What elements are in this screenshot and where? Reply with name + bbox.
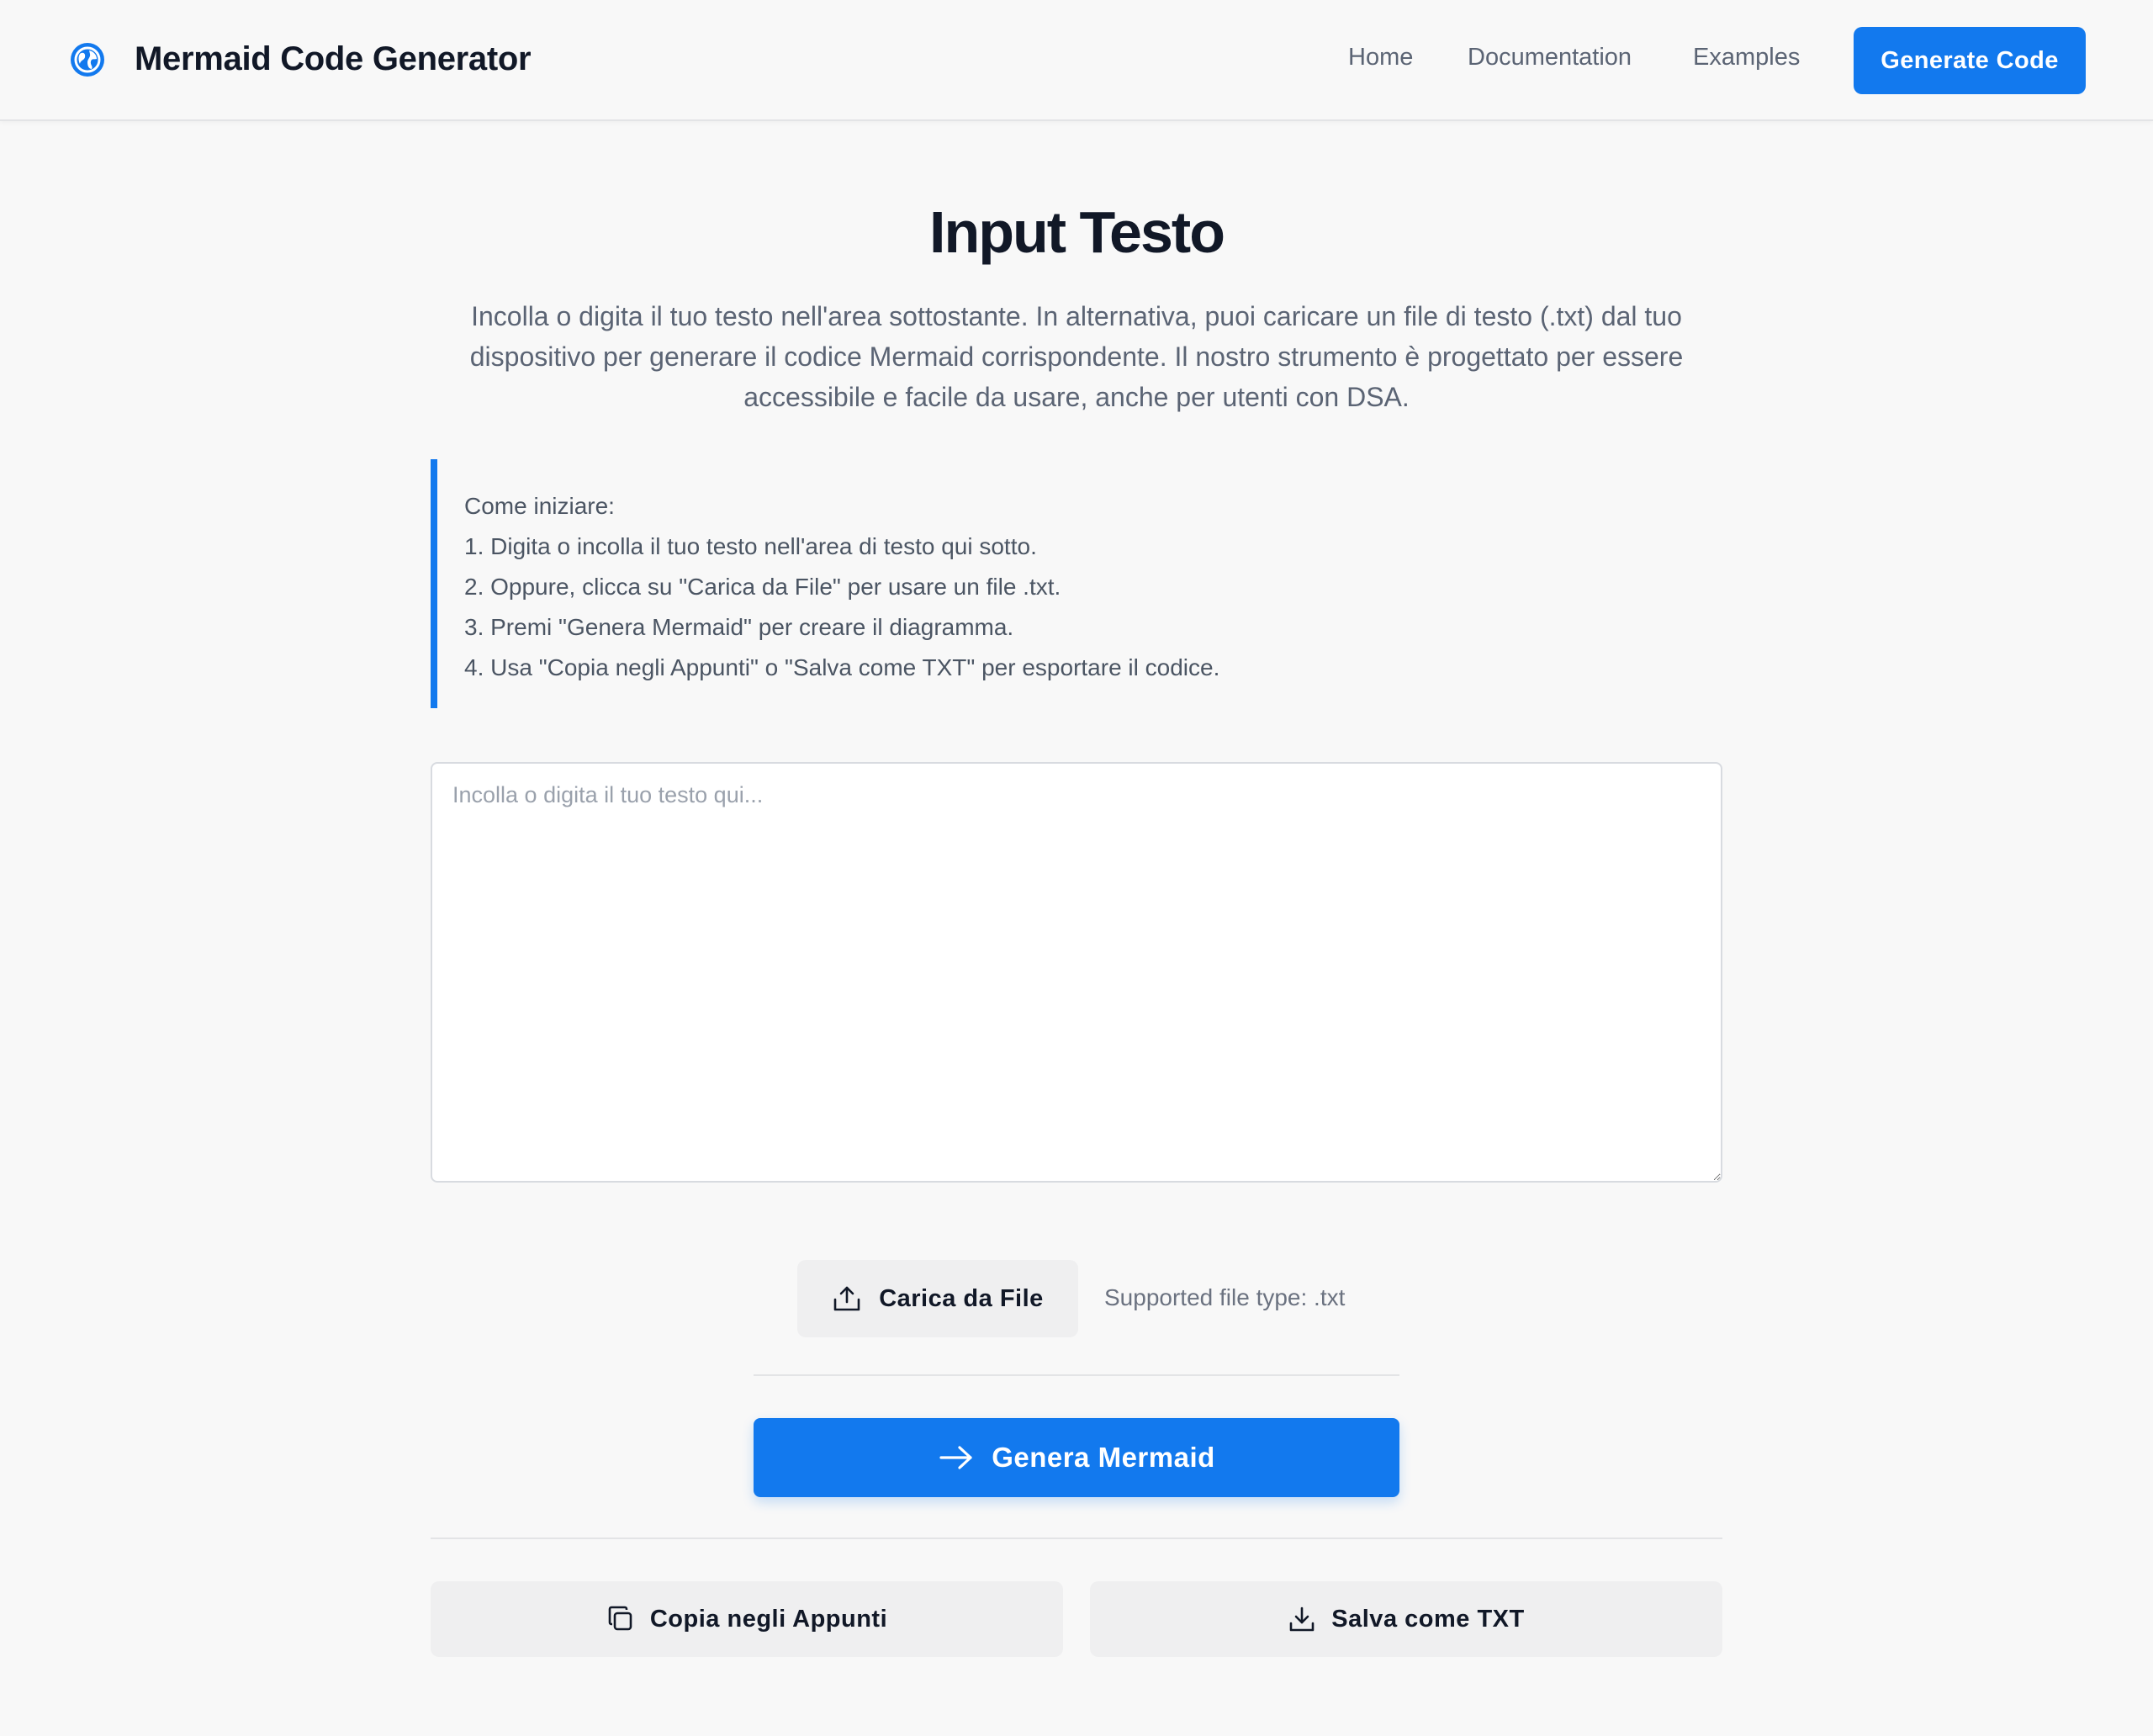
save-as-txt-button[interactable]: Salva come TXT bbox=[1090, 1581, 1722, 1657]
divider bbox=[754, 1374, 1399, 1376]
upload-file-button[interactable]: Carica da File bbox=[797, 1260, 1078, 1337]
save-button-label: Salva come TXT bbox=[1331, 1605, 1525, 1633]
copy-icon bbox=[608, 1606, 632, 1631]
instruction-step: 3. Premi "Genera Mermaid" per creare il … bbox=[464, 614, 1014, 640]
genera-mermaid-label: Genera Mermaid bbox=[992, 1442, 1215, 1473]
page-title: Input Testo bbox=[929, 199, 1225, 265]
instruction-step: 1. Digita o incolla il tuo testo nell'ar… bbox=[464, 533, 1037, 559]
globe-icon bbox=[71, 42, 104, 77]
nav-link-examples[interactable]: Examples bbox=[1693, 44, 1800, 71]
download-icon bbox=[1289, 1606, 1315, 1632]
instructions-callout: Come iniziare: 1. Digita o incolla il tu… bbox=[431, 459, 1722, 708]
arrow-right-icon bbox=[939, 1446, 972, 1469]
copy-to-clipboard-button[interactable]: Copia negli Appunti bbox=[431, 1581, 1063, 1657]
divider bbox=[431, 1538, 1722, 1539]
nav-link-documentation[interactable]: Documentation bbox=[1468, 44, 1632, 71]
intro-text: Incolla o digita il tuo testo nell'area … bbox=[469, 301, 1684, 412]
brand[interactable]: Mermaid Code Generator bbox=[69, 40, 532, 78]
top-navbar: Mermaid Code Generator Home Documentatio… bbox=[0, 0, 2153, 121]
supported-file-type-hint: Supported file type: .txt bbox=[1104, 1284, 1346, 1310]
app-title: Mermaid Code Generator bbox=[135, 40, 532, 77]
instruction-step: 2. Oppure, clicca su "Carica da File" pe… bbox=[464, 574, 1061, 600]
instructions-heading: Come iniziare: bbox=[464, 493, 615, 519]
generate-code-button[interactable]: Generate Code bbox=[1854, 27, 2086, 94]
genera-mermaid-button[interactable]: Genera Mermaid bbox=[754, 1418, 1399, 1497]
nav-link-home[interactable]: Home bbox=[1348, 44, 1413, 71]
upload-icon bbox=[833, 1286, 860, 1311]
text-input-area[interactable] bbox=[431, 762, 1722, 1183]
upload-button-label: Carica da File bbox=[879, 1284, 1044, 1312]
copy-button-label: Copia negli Appunti bbox=[649, 1605, 888, 1633]
instruction-step: 4. Usa "Copia negli Appunti" o "Salva co… bbox=[464, 654, 1220, 680]
